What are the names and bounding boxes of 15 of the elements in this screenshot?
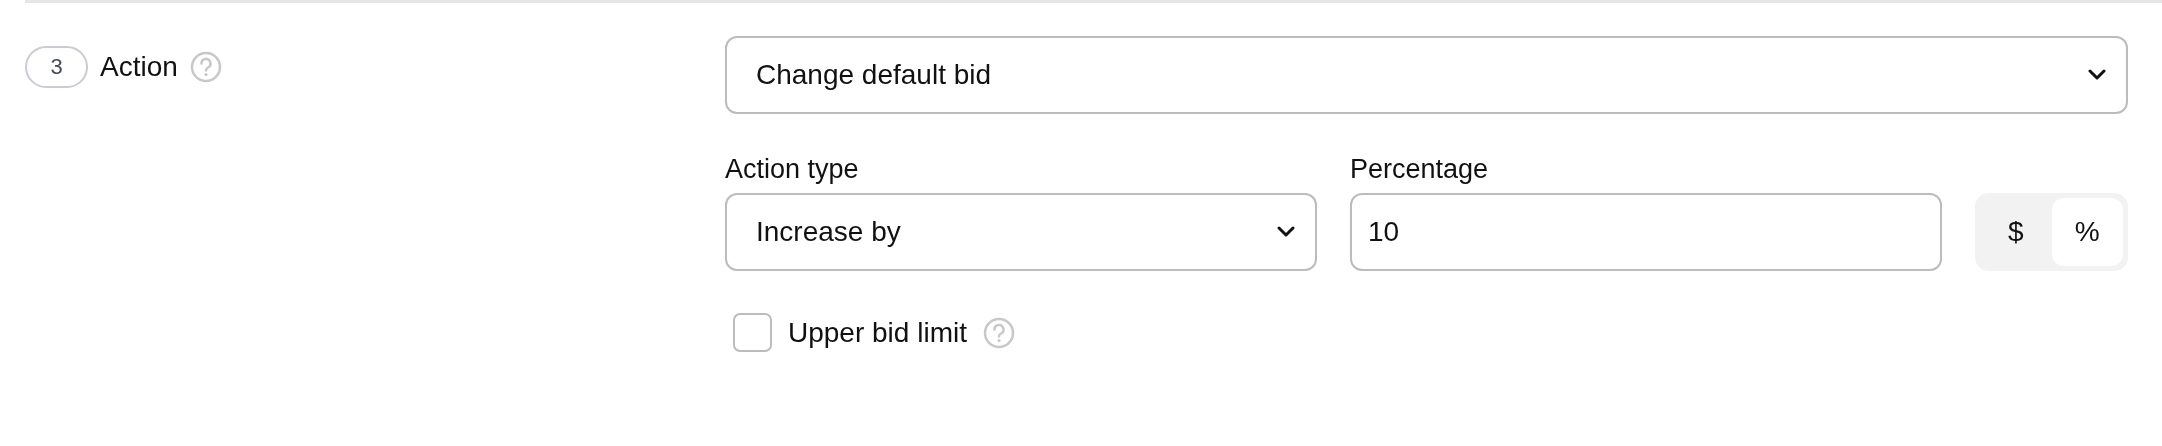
section-title: Action xyxy=(100,51,178,83)
percentage-field[interactable]: 10 xyxy=(1350,193,1942,271)
checkbox[interactable] xyxy=(733,313,772,352)
help-icon[interactable] xyxy=(982,316,1015,349)
chevron-down-icon xyxy=(1277,226,1295,238)
chevron-down-icon xyxy=(2088,69,2106,81)
step-number: 3 xyxy=(25,46,88,88)
field-label: Percentage xyxy=(1350,154,1490,185)
action-select[interactable]: Change default bid xyxy=(725,36,2128,114)
action-type-select[interactable]: Increase by xyxy=(725,193,1317,271)
unit-option[interactable]: % xyxy=(2051,198,2123,266)
checkbox-label: Upper bid limit xyxy=(788,316,967,349)
unit-option[interactable]: $ xyxy=(1980,198,2052,266)
field-label: Action type xyxy=(725,154,860,185)
help-icon[interactable] xyxy=(189,51,222,83)
